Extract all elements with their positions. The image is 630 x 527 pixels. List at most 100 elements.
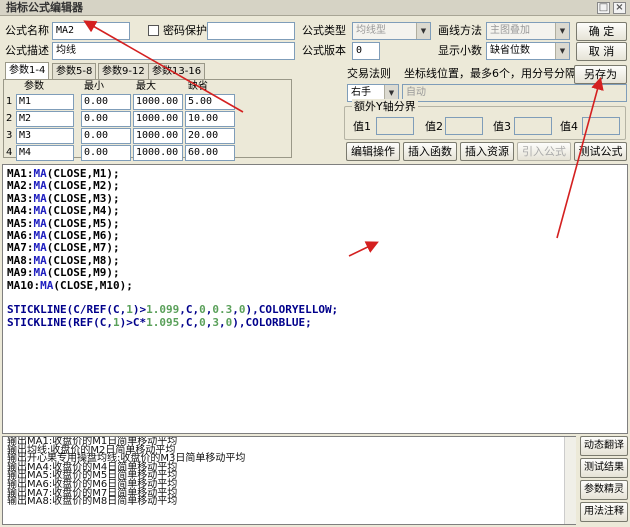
param-max-input[interactable]: 1000.00 bbox=[133, 145, 183, 161]
code-line: STICKLINE(REF(C,1)>C*1.095,C,0,3,0),COLO… bbox=[7, 315, 627, 329]
password-label: 密码保护 bbox=[163, 24, 207, 37]
draw-method-select[interactable]: 主图叠加 ▼ bbox=[486, 22, 570, 40]
code-token: (CLOSE,M4); bbox=[46, 204, 120, 218]
title-bar: 指标公式编辑器 □ × bbox=[0, 0, 630, 16]
coord-line-label: 坐标线位置，最多6个，用分号分隔 bbox=[404, 67, 576, 80]
param-name-input[interactable]: M3 bbox=[16, 128, 74, 144]
code-token: )> bbox=[132, 303, 147, 317]
value2-input[interactable] bbox=[445, 117, 483, 135]
param-row-number: 3 bbox=[6, 130, 13, 141]
param-max-input[interactable]: 1000.00 bbox=[133, 128, 183, 144]
code-token: MA bbox=[33, 179, 47, 193]
close-icon[interactable]: × bbox=[613, 2, 626, 14]
param-default-input[interactable]: 5.00 bbox=[185, 94, 235, 110]
param-default-input[interactable]: 60.00 bbox=[185, 145, 235, 161]
coord-line-input[interactable]: 自动 bbox=[402, 84, 627, 102]
value4-input[interactable] bbox=[582, 117, 620, 135]
restore-icon[interactable]: □ bbox=[597, 2, 610, 14]
formula-type-select[interactable]: 均线型 ▼ bbox=[352, 22, 431, 40]
code-token: 1.095 bbox=[146, 315, 180, 329]
value4-label: 值4 bbox=[560, 120, 578, 133]
code-token: (CLOSE,M3); bbox=[46, 191, 120, 205]
value3-label: 值3 bbox=[493, 120, 511, 133]
param-min-input[interactable]: 0.00 bbox=[81, 94, 131, 110]
code-token: (CLOSE,M5); bbox=[46, 216, 120, 230]
trade-rule-value: 右手 bbox=[351, 87, 371, 98]
code-line: MA10:MA(CLOSE,M10); bbox=[7, 278, 627, 292]
code-token: MA2: bbox=[7, 179, 34, 193]
test-formula-button[interactable]: 测试公式 bbox=[574, 142, 627, 161]
usage-notes-button[interactable]: 用法注释 bbox=[580, 502, 628, 522]
code-token: MA bbox=[33, 266, 47, 280]
save-as-button[interactable]: 另存为 bbox=[574, 65, 627, 84]
param-name-input[interactable]: M4 bbox=[16, 145, 74, 161]
decimals-select[interactable]: 缺省位数 ▼ bbox=[486, 42, 570, 60]
import-formula-button[interactable]: 引入公式 bbox=[517, 142, 571, 161]
type-label: 公式类型 bbox=[302, 24, 346, 37]
code-token: MA1: bbox=[7, 167, 34, 180]
code-token: (CLOSE,M1); bbox=[46, 167, 120, 180]
code-token: MA3: bbox=[7, 191, 34, 205]
name-label: 公式名称 bbox=[5, 24, 49, 37]
code-token: ),COLORBLUE; bbox=[232, 315, 312, 329]
ok-button[interactable]: 确 定 bbox=[576, 22, 627, 41]
code-token: ,C, bbox=[179, 303, 200, 317]
insert-function-button[interactable]: 插入函数 bbox=[403, 142, 457, 161]
tab-params-5-8[interactable]: 参数5-8 bbox=[52, 63, 97, 79]
param-header-max: 最大 bbox=[136, 81, 156, 92]
formula-editor-window: 指标公式编辑器 □ × 公式名称 MA2 密码保护 公式类型 均线型 ▼ 画线方法… bbox=[0, 0, 630, 527]
param-min-input[interactable]: 0.00 bbox=[81, 128, 131, 144]
formula-desc-input[interactable]: 均线 bbox=[52, 42, 295, 60]
decimals-label: 显示小数 bbox=[438, 44, 482, 57]
param-default-input[interactable]: 20.00 bbox=[185, 128, 235, 144]
code-token: 0 bbox=[199, 303, 206, 317]
param-name-input[interactable]: M1 bbox=[16, 94, 74, 110]
param-row-number: 4 bbox=[6, 147, 13, 158]
code-token: STICKLINE(REF(C, bbox=[7, 315, 113, 329]
param-name-input[interactable]: M2 bbox=[16, 111, 74, 127]
decimals-value: 缺省位数 bbox=[490, 45, 530, 56]
param-min-input[interactable]: 0.00 bbox=[81, 145, 131, 161]
code-token: MA bbox=[33, 216, 47, 230]
param-max-input[interactable]: 1000.00 bbox=[133, 111, 183, 127]
value2-label: 值2 bbox=[425, 120, 443, 133]
param-wizard-button[interactable]: 参数精灵 bbox=[580, 480, 628, 500]
param-default-input[interactable]: 10.00 bbox=[185, 111, 235, 127]
password-checkbox[interactable] bbox=[148, 25, 159, 36]
param-max-input[interactable]: 1000.00 bbox=[133, 94, 183, 110]
edit-ops-button[interactable]: 编辑操作 bbox=[346, 142, 400, 161]
param-row-number: 2 bbox=[6, 113, 13, 124]
code-token: MA9: bbox=[7, 266, 34, 280]
code-token: STICKLINE(C/REF(C, bbox=[7, 303, 127, 317]
code-token: , bbox=[232, 303, 239, 317]
insert-resource-button[interactable]: 插入资源 bbox=[460, 142, 514, 161]
formula-name-input[interactable]: MA2 bbox=[52, 22, 130, 40]
code-token: MA bbox=[33, 167, 47, 180]
code-token: MA6: bbox=[7, 228, 34, 242]
code-token: )>C* bbox=[119, 315, 147, 329]
tab-params-9-12[interactable]: 参数9-12 bbox=[98, 63, 149, 79]
code-token: (CLOSE,M6); bbox=[46, 228, 120, 242]
dynamic-translate-button[interactable]: 动态翻译 bbox=[580, 436, 628, 456]
code-token: 1.099 bbox=[146, 303, 180, 317]
code-token: MA10: bbox=[7, 278, 41, 292]
test-result-button[interactable]: 测试结果 bbox=[580, 458, 628, 478]
output-panel: 输出MA1:收盘价的M1日简单移动平均 输出均线:收盘价的M2日简单移动平均 输出开… bbox=[2, 436, 576, 525]
params-table: 参数 最小 最大 缺省 1 M1 0.00 1000.00 5.00 2 M2 0.00 100… bbox=[3, 79, 292, 161]
version-input[interactable]: 0 bbox=[352, 42, 380, 60]
value3-input[interactable] bbox=[514, 117, 552, 135]
cancel-button[interactable]: 取 消 bbox=[576, 42, 627, 61]
code-token: MA bbox=[40, 278, 54, 292]
code-editor[interactable]: MA1:MA(CLOSE,M1); MA2:MA(CLOSE,M2); MA3:MA… bbox=[2, 164, 628, 434]
code-token: MA4: bbox=[7, 204, 34, 218]
draw-method-label: 画线方法 bbox=[438, 24, 482, 37]
param-min-input[interactable]: 0.00 bbox=[81, 111, 131, 127]
value1-input[interactable] bbox=[376, 117, 414, 135]
output-scrollbar[interactable] bbox=[564, 437, 576, 524]
output-line: 输出MA8:收盘价的M8日简单移动平均 bbox=[7, 496, 178, 508]
code-token: , bbox=[218, 315, 226, 329]
code-token: (CLOSE,M2); bbox=[46, 179, 120, 193]
tab-params-1-4[interactable]: 参数1-4 bbox=[5, 62, 50, 79]
tab-params-13-16[interactable]: 参数13-16 bbox=[148, 63, 206, 79]
password-input[interactable] bbox=[207, 22, 295, 40]
